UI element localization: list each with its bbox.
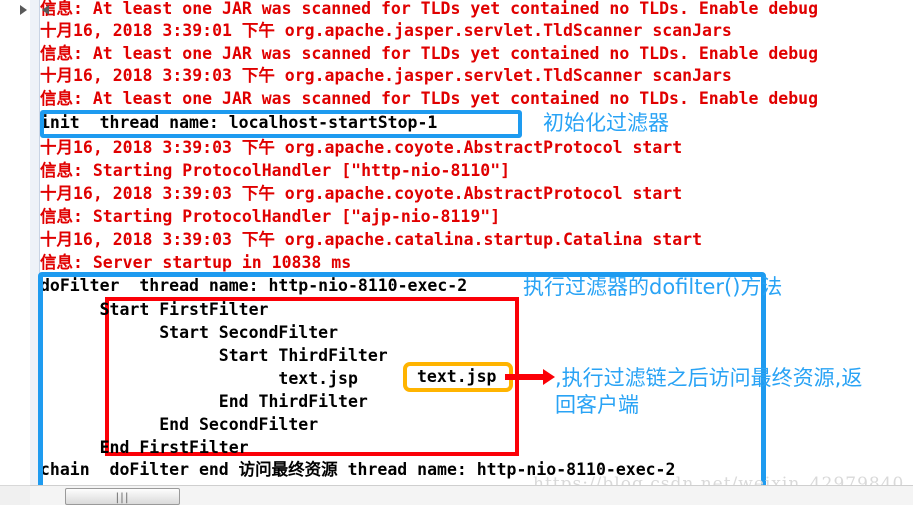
console-log-line-overlay: End ThirdFilter bbox=[40, 392, 368, 411]
horizontal-scrollbar-thumb[interactable]: ||| bbox=[65, 488, 180, 505]
console-left-margin bbox=[0, 0, 30, 485]
triangle-left-icon[interactable] bbox=[42, 5, 49, 15]
scrollbar-grip-icon: ||| bbox=[115, 490, 130, 503]
annotation-dofilter-method: 执行过滤器的dofilter()方法 bbox=[523, 275, 783, 299]
console-log-line-overlay: End FirstFilter bbox=[40, 438, 249, 457]
console-log-line-overlay: End SecondFilter bbox=[40, 415, 319, 434]
annotation-init-filter: 初始化过滤器 bbox=[543, 111, 669, 135]
text-jsp-label: text.jsp bbox=[417, 367, 497, 386]
triangle-right-icon[interactable] bbox=[20, 5, 27, 15]
red-arrow-head bbox=[543, 369, 555, 385]
console-screenshot: 信息: At least one JAR was scanned for TLD… bbox=[0, 0, 913, 505]
red-arrow-shaft bbox=[505, 374, 545, 380]
console-log-line-overlay: text.jsp bbox=[40, 369, 358, 388]
console-log-line-overlay: Start SecondFilter bbox=[40, 323, 339, 342]
console-log-line-overlay: Start FirstFilter bbox=[40, 300, 269, 319]
annotation-filter-chain-result: ,执行过滤链之后访问最终资源,返 回客户端 bbox=[555, 366, 863, 417]
console-log-line-overlay: Start ThirdFilter bbox=[40, 346, 388, 365]
